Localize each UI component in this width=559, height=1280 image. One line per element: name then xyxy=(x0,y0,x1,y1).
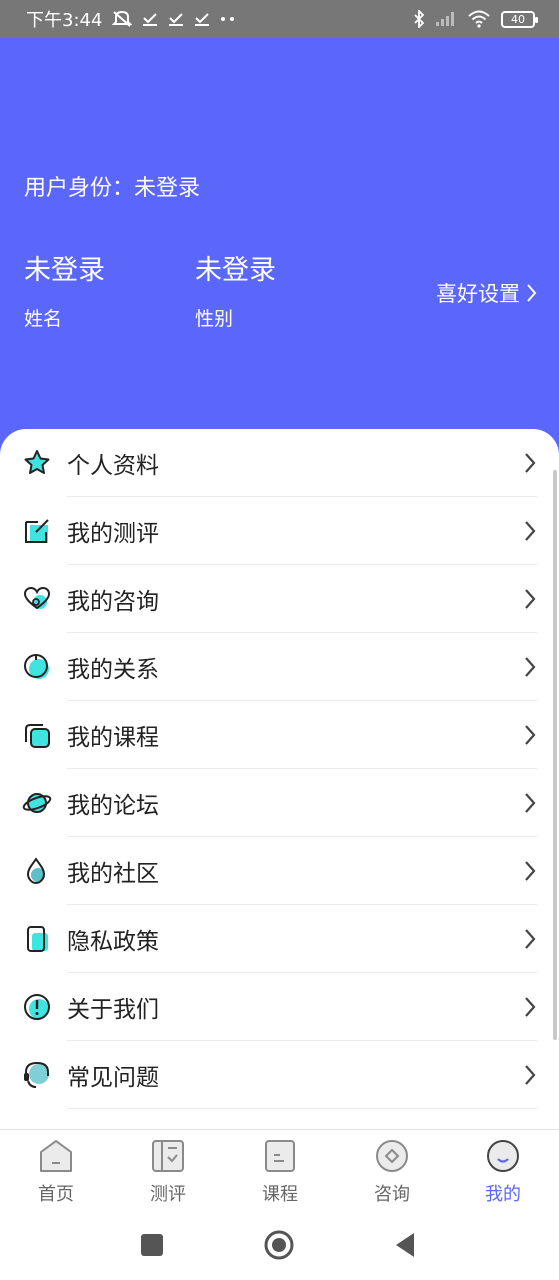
chevron-right-icon xyxy=(525,1065,536,1085)
menu-item-label: 隐私政策 xyxy=(67,929,159,955)
tab-label: 测评 xyxy=(150,1184,186,1205)
back-button[interactable] xyxy=(390,1229,422,1261)
divider xyxy=(67,1108,537,1109)
headset-icon xyxy=(24,1061,49,1088)
name-value: 未登录 xyxy=(24,255,105,286)
battery-icon: 40 xyxy=(501,10,538,28)
name-block: 未登录 姓名 xyxy=(24,254,105,331)
home-button[interactable] xyxy=(263,1229,295,1261)
chevron-right-icon xyxy=(525,521,536,541)
menu-item-label: 我的测评 xyxy=(67,521,159,547)
menu-item-my-community[interactable]: 我的社区 xyxy=(0,837,559,905)
phone-icon xyxy=(27,926,48,952)
info-icon xyxy=(24,994,50,1020)
status-bar: 下午3:44 40 xyxy=(0,0,559,38)
menu-item-label: 我的课程 xyxy=(67,725,159,751)
menu-item-label: 关于我们 xyxy=(67,997,159,1023)
recent-apps-button[interactable] xyxy=(136,1229,168,1261)
check-icon xyxy=(142,12,158,26)
mute-icon xyxy=(112,10,133,28)
bluetooth-icon xyxy=(413,10,425,28)
profile-icon xyxy=(487,1140,519,1172)
tab-home[interactable]: 首页 xyxy=(0,1130,112,1212)
star-icon xyxy=(24,450,50,474)
menu-item-label: 我的关系 xyxy=(67,657,159,683)
check-icon xyxy=(194,12,210,26)
tab-label: 咨询 xyxy=(374,1184,410,1205)
menu-item-label: 我的论坛 xyxy=(67,793,159,819)
heart-chat-icon xyxy=(23,586,51,610)
menu-item-my-course[interactable]: 我的课程 xyxy=(0,701,559,769)
preference-label: 喜好设置 xyxy=(436,282,520,306)
tab-test[interactable]: 测评 xyxy=(112,1130,224,1212)
gender-value: 未登录 xyxy=(195,255,276,286)
chevron-right-icon xyxy=(525,589,536,609)
gender-block: 未登录 性别 xyxy=(195,254,276,331)
more-dots-icon xyxy=(220,16,236,22)
chevron-right-icon xyxy=(527,284,537,302)
chevron-right-icon xyxy=(525,657,536,677)
edit-square-icon xyxy=(25,519,49,543)
signal-icon xyxy=(435,11,457,27)
status-time: 下午3:44 xyxy=(26,10,103,31)
menu-item-profile[interactable]: 个人资料 xyxy=(0,429,559,497)
chevron-right-icon xyxy=(525,929,536,949)
chevron-right-icon xyxy=(525,725,536,745)
menu-item-my-forum[interactable]: 我的论坛 xyxy=(0,769,559,837)
menu-card: 个人资料 我的测评 我的咨询 我的关系 我的课程 我的论坛 我的社区 隐私政策 … xyxy=(0,429,559,1129)
consult-icon xyxy=(376,1140,408,1172)
profile-header: 用户身份：未登录 未登录 姓名 未登录 性别 喜好设置 xyxy=(0,38,559,478)
status-left: 下午3:44 xyxy=(26,6,236,32)
test-book-icon xyxy=(152,1140,184,1172)
tab-mine[interactable]: 我的 xyxy=(447,1130,559,1212)
status-right: 40 xyxy=(413,10,538,28)
tab-label: 课程 xyxy=(262,1184,298,1205)
menu-item-label: 常见问题 xyxy=(67,1065,159,1091)
bottom-tab-bar: 首页 测评 课程 咨询 我的 xyxy=(0,1129,559,1211)
screen: 下午3:44 40 用户身份：未登录 未登录 姓名 未登录 性别 喜好设置 个人… xyxy=(0,0,559,1280)
planet-icon xyxy=(22,793,52,813)
menu-item-my-consult[interactable]: 我的咨询 xyxy=(0,565,559,633)
menu-item-label: 我的咨询 xyxy=(67,589,159,615)
course-doc-icon xyxy=(265,1140,295,1172)
chevron-right-icon xyxy=(525,453,536,473)
menu-item-label: 我的社区 xyxy=(67,861,159,887)
tab-course[interactable]: 课程 xyxy=(224,1130,336,1212)
circle-icon xyxy=(24,654,49,679)
gender-label: 性别 xyxy=(195,308,234,330)
menu-item-my-relationship[interactable]: 我的关系 xyxy=(0,633,559,701)
tab-consult[interactable]: 咨询 xyxy=(336,1130,448,1212)
tab-label: 首页 xyxy=(38,1184,74,1205)
menu-item-about-us[interactable]: 关于我们 xyxy=(0,973,559,1041)
system-nav-bar xyxy=(0,1211,559,1280)
user-identity: 用户身份：未登录 xyxy=(24,176,201,201)
chevron-right-icon xyxy=(525,997,536,1017)
menu-item-label: 个人资料 xyxy=(67,453,159,479)
menu-item-my-test[interactable]: 我的测评 xyxy=(0,497,559,565)
scrollbar[interactable] xyxy=(553,470,557,1040)
wifi-icon xyxy=(467,10,491,28)
check-icon xyxy=(168,12,184,26)
home-icon xyxy=(40,1140,72,1172)
preference-settings-button[interactable]: 喜好设置 xyxy=(436,278,537,308)
drop-icon xyxy=(26,857,46,885)
layers-icon xyxy=(25,724,50,748)
menu-item-faq[interactable]: 常见问题 xyxy=(0,1041,559,1109)
name-label: 姓名 xyxy=(24,308,63,330)
menu-item-privacy-policy[interactable]: 隐私政策 xyxy=(0,905,559,973)
tab-label: 我的 xyxy=(485,1184,521,1205)
chevron-right-icon xyxy=(525,793,536,813)
chevron-right-icon xyxy=(525,861,536,881)
